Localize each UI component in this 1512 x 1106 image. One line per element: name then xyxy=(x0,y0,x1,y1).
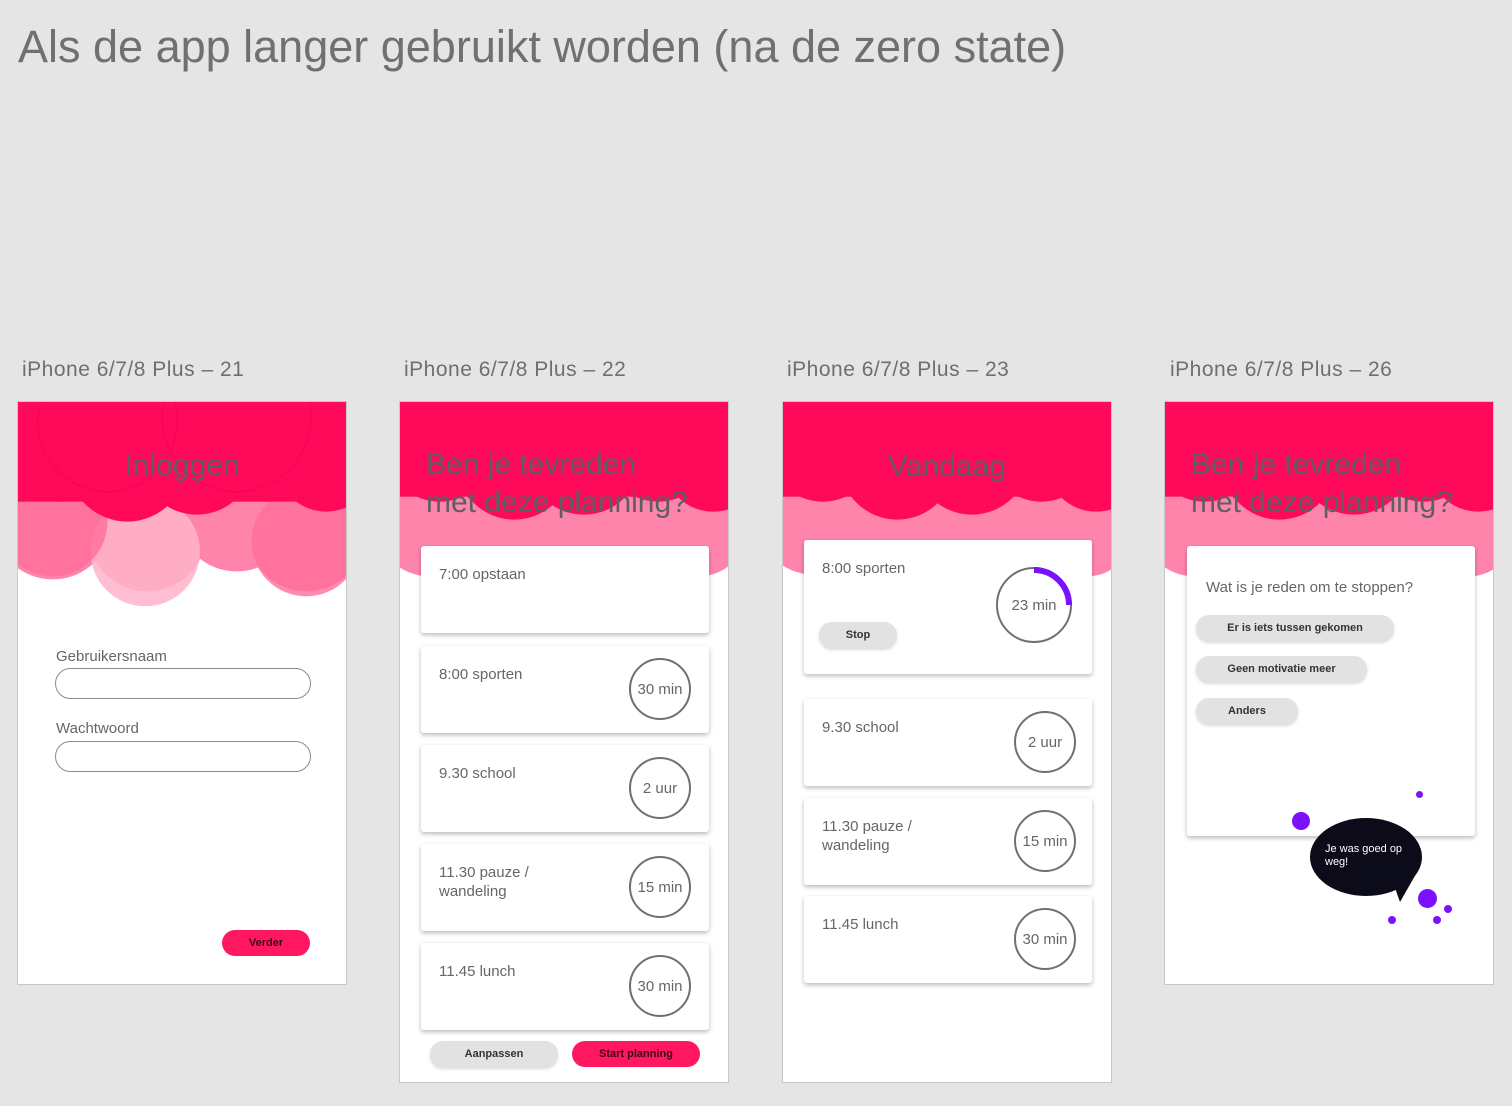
phone-screen-stop-reason: Ben je tevreden met deze planning? Wat i… xyxy=(1164,401,1494,985)
plan-item-card[interactable]: 11.30 pauze / wandeling 15 min xyxy=(804,798,1092,885)
speech-bubble-tail xyxy=(1390,874,1416,902)
screen-title: Ben je tevreden met deze planning? xyxy=(1191,446,1453,522)
plan-item-card[interactable]: 9.30 school 2 uur xyxy=(421,745,709,832)
plan-item-task: 11.30 pauze / wandeling xyxy=(439,864,529,900)
duration-ring: 15 min xyxy=(629,856,691,918)
reason-option-no-motivation[interactable]: Geen motivatie meer xyxy=(1196,656,1367,682)
active-task-name: 8:00 sporten xyxy=(822,560,906,577)
artboard-label-21: iPhone 6/7/8 Plus – 21 xyxy=(22,358,245,381)
plan-item-card[interactable]: 7:00 opstaan xyxy=(421,546,709,633)
page-title: Als de app langer gebruikt worden (na de… xyxy=(18,21,1067,72)
next-button[interactable]: Verder xyxy=(222,930,310,956)
decorative-dot xyxy=(1292,812,1310,830)
duration-ring: 30 min xyxy=(1014,908,1076,970)
username-input[interactable] xyxy=(55,668,311,699)
duration-ring: 2 uur xyxy=(1014,711,1076,773)
stop-button[interactable]: Stop xyxy=(819,622,897,648)
plan-item-task: 8:00 sporten xyxy=(439,666,523,683)
phone-screen-today: Vandaag 8:00 sporten 23 min Stop 9.30 sc… xyxy=(782,401,1112,1083)
plan-item-task: 7:00 opstaan xyxy=(439,566,526,583)
decorative-dot xyxy=(1444,905,1452,913)
timer-ring: 23 min xyxy=(996,567,1072,643)
username-label: Gebruikersnaam xyxy=(56,648,167,665)
plan-item-card[interactable]: 11.30 pauze / wandeling 15 min xyxy=(421,844,709,931)
artboard-label-26: iPhone 6/7/8 Plus – 26 xyxy=(1170,358,1393,381)
plan-item-task: 11.45 lunch xyxy=(439,963,516,980)
duration-ring: 15 min xyxy=(1014,810,1076,872)
speech-bubble: Je was goed op weg! xyxy=(1310,818,1422,902)
artboard-label-23: iPhone 6/7/8 Plus – 23 xyxy=(787,358,1010,381)
decorative-dot xyxy=(1418,889,1437,908)
screen-title: Inloggen xyxy=(124,449,240,482)
plan-item-task: 9.30 school xyxy=(822,719,899,736)
plan-item-task: 9.30 school xyxy=(439,765,516,782)
screen-title-line-1: Ben je tevreden xyxy=(1191,448,1402,481)
artboard-label-22: iPhone 6/7/8 Plus – 22 xyxy=(404,358,627,381)
phone-screen-planning: Ben je tevreden met deze planning? 7:00 … xyxy=(399,401,729,1083)
stop-reason-question: Wat is je reden om te stoppen? xyxy=(1206,579,1414,596)
plan-item-card[interactable]: 11.45 lunch 30 min xyxy=(421,943,709,1030)
reason-option-interrupted[interactable]: Er is iets tussen gekomen xyxy=(1196,615,1394,641)
plan-item-card[interactable]: 8:00 sporten 30 min xyxy=(421,646,709,733)
start-planning-button[interactable]: Start planning xyxy=(572,1041,700,1067)
duration-ring: 30 min xyxy=(629,658,691,720)
screen-title: Vandaag xyxy=(888,450,1006,483)
screen-title: Ben je tevreden met deze planning? xyxy=(426,446,688,522)
plan-item-card[interactable]: 9.30 school 2 uur xyxy=(804,699,1092,786)
password-input[interactable] xyxy=(55,741,311,772)
adjust-button[interactable]: Aanpassen xyxy=(430,1041,558,1067)
screen-title-line-2: met deze planning? xyxy=(426,486,688,519)
screen-title-line-2: met deze planning? xyxy=(1191,486,1453,519)
decorative-dot xyxy=(1433,916,1441,924)
reason-option-other[interactable]: Anders xyxy=(1196,698,1298,724)
phone-screen-login: Inloggen Gebruikersnaam Wachtwoord Verde… xyxy=(17,401,347,985)
decorative-dot xyxy=(1388,916,1396,924)
speech-bubble-text: Je was goed op weg! xyxy=(1325,843,1403,868)
stop-reason-card: Wat is je reden om te stoppen? Er is iet… xyxy=(1187,546,1475,836)
duration-ring: 30 min xyxy=(629,955,691,1017)
plan-item-task: 11.45 lunch xyxy=(822,916,899,933)
active-task-card[interactable]: 8:00 sporten 23 min Stop xyxy=(804,540,1092,674)
plan-item-task: 11.30 pauze / wandeling xyxy=(822,818,912,854)
duration-ring: 2 uur xyxy=(629,757,691,819)
decorative-dot xyxy=(1416,791,1423,798)
password-label: Wachtwoord xyxy=(56,720,139,737)
timer-progress-arc xyxy=(1033,567,1072,606)
screen-title-line-1: Ben je tevreden xyxy=(426,448,637,481)
plan-item-card[interactable]: 11.45 lunch 30 min xyxy=(804,896,1092,983)
